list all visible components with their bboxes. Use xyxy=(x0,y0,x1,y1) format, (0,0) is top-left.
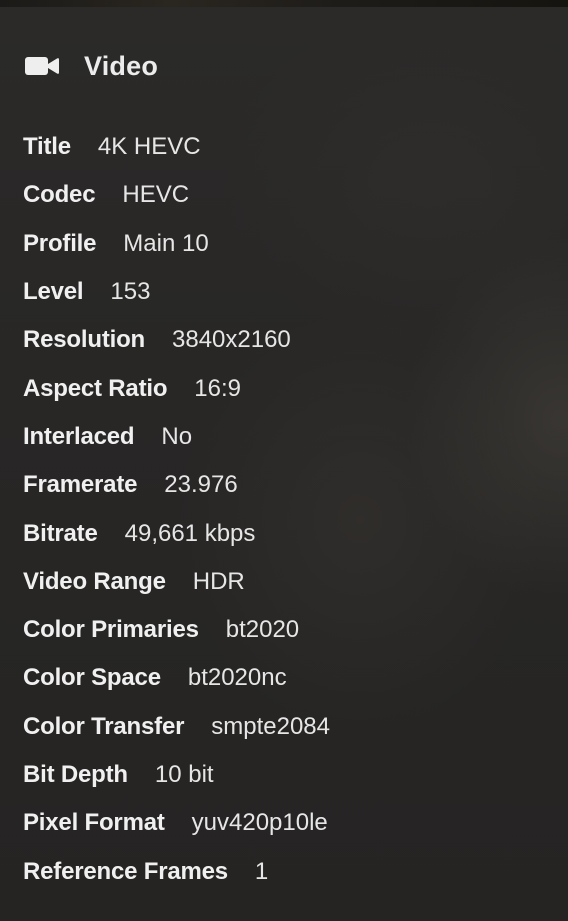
info-label: Profile xyxy=(23,229,97,257)
info-row-level: Level 153 xyxy=(23,268,543,316)
info-label: Color Primaries xyxy=(23,616,199,644)
info-row-pixel-format: Pixel Format yuv420p10le xyxy=(23,799,543,847)
section-title: Video xyxy=(84,50,159,81)
info-label: Codec xyxy=(23,181,96,209)
info-value: 153 xyxy=(110,278,151,306)
info-label: Reference Frames xyxy=(23,857,228,885)
info-value: yuv420p10le xyxy=(191,809,328,837)
info-row-aspect-ratio: Aspect Ratio 16:9 xyxy=(23,364,543,412)
video-section-header: Video xyxy=(24,47,158,85)
info-row-bitrate: Bitrate 49,661 kbps xyxy=(23,509,543,557)
video-backdrop-strip xyxy=(0,0,568,7)
info-row-interlaced: Interlaced No xyxy=(23,413,543,461)
info-value: Main 10 xyxy=(123,229,209,257)
info-label: Video Range xyxy=(23,567,166,595)
info-label: Resolution xyxy=(23,326,145,354)
info-value: 16:9 xyxy=(194,374,242,402)
info-row-color-primaries: Color Primaries bt2020 xyxy=(23,606,543,654)
info-value: bt2020 xyxy=(225,616,300,644)
media-info-list: Title 4K HEVC Codec HEVC Profile Main 10… xyxy=(23,123,543,896)
info-value: 4K HEVC xyxy=(97,133,201,161)
info-row-color-space: Color Space bt2020nc xyxy=(23,654,543,702)
info-row-codec: Codec HEVC xyxy=(23,171,543,219)
info-value: 3840x2160 xyxy=(172,326,291,354)
info-value: HEVC xyxy=(122,181,190,209)
info-value: 23.976 xyxy=(164,471,238,499)
info-label: Title xyxy=(23,133,71,161)
info-row-profile: Profile Main 10 xyxy=(23,220,543,268)
info-row-bit-depth: Bit Depth 10 bit xyxy=(23,751,543,799)
info-label: Color Space xyxy=(23,664,161,692)
info-row-reference-frames: Reference Frames 1 xyxy=(23,847,543,895)
info-label: Pixel Format xyxy=(23,809,165,837)
info-label: Interlaced xyxy=(23,422,135,450)
info-row-framerate: Framerate 23.976 xyxy=(23,461,543,509)
info-label: Bit Depth xyxy=(23,761,128,788)
info-value: 1 xyxy=(254,857,269,885)
video-camera-icon xyxy=(24,54,60,78)
info-value: smpte2084 xyxy=(211,712,330,740)
info-value: 49,661 kbps xyxy=(124,519,256,547)
video-info-panel: Video Title 4K HEVC Codec HEVC Profile M… xyxy=(0,7,568,921)
info-row-resolution: Resolution 3840x2160 xyxy=(23,316,543,364)
info-label: Bitrate xyxy=(23,519,98,547)
info-row-video-range: Video Range HDR xyxy=(23,558,543,606)
info-value: No xyxy=(161,422,193,450)
info-value: 10 bit xyxy=(154,761,214,788)
info-value: bt2020nc xyxy=(187,664,287,692)
info-value: HDR xyxy=(192,567,245,595)
info-row-title: Title 4K HEVC xyxy=(23,123,543,171)
info-label: Level xyxy=(23,278,84,306)
info-row-color-transfer: Color Transfer smpte2084 xyxy=(23,703,543,751)
info-label: Framerate xyxy=(23,471,138,499)
info-label: Color Transfer xyxy=(23,712,185,740)
info-label: Aspect Ratio xyxy=(23,374,168,402)
